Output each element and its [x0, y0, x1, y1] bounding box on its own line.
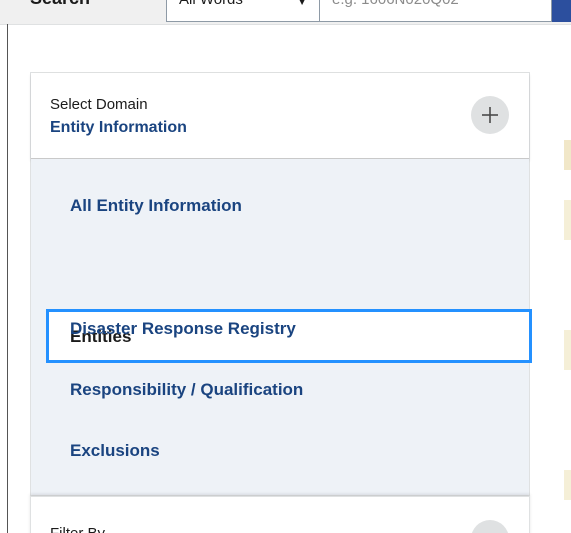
domain-caption: Select Domain	[50, 96, 148, 113]
domain-item-exclusions[interactable]: Exclusions	[70, 441, 160, 461]
domain-panel-header[interactable]: Select Domain Entity Information	[31, 73, 529, 159]
domain-item-disaster-response-registry[interactable]: Disaster Response Registry	[70, 319, 296, 339]
search-scope-value: All Words	[179, 0, 243, 8]
domain-list: All Entity Information Entities Disaster…	[31, 159, 532, 495]
search-scope-select[interactable]: All Words ▼	[166, 0, 320, 22]
page: Search All Words ▼ e.g. 1606N020Q02 Sele…	[0, 0, 571, 533]
search-placeholder: e.g. 1606N020Q02	[332, 0, 459, 8]
search-button[interactable]	[552, 0, 571, 22]
background-fragment	[564, 470, 571, 500]
plus-icon	[482, 107, 498, 123]
expand-domain-button[interactable]	[471, 96, 509, 134]
filter-panel-header[interactable]: Filter By	[30, 496, 530, 533]
expand-filter-button[interactable]	[471, 520, 509, 533]
domain-panel: Select Domain Entity Information All Ent…	[30, 72, 532, 496]
background-fragment	[564, 330, 571, 370]
domain-item-responsibility-qualification[interactable]: Responsibility / Qualification	[70, 380, 303, 400]
filter-panel-label: Filter By	[50, 525, 105, 533]
search-label: Search	[30, 0, 90, 9]
search-input[interactable]: e.g. 1606N020Q02	[320, 0, 552, 22]
search-bar: Search All Words ▼ e.g. 1606N020Q02	[0, 0, 571, 25]
domain-item-all-entity-information[interactable]: All Entity Information	[70, 196, 242, 216]
content-divider	[7, 24, 8, 533]
background-fragment	[564, 200, 571, 240]
chevron-down-icon: ▼	[297, 0, 307, 8]
selected-domain: Entity Information	[50, 119, 187, 136]
background-fragment	[564, 140, 571, 170]
